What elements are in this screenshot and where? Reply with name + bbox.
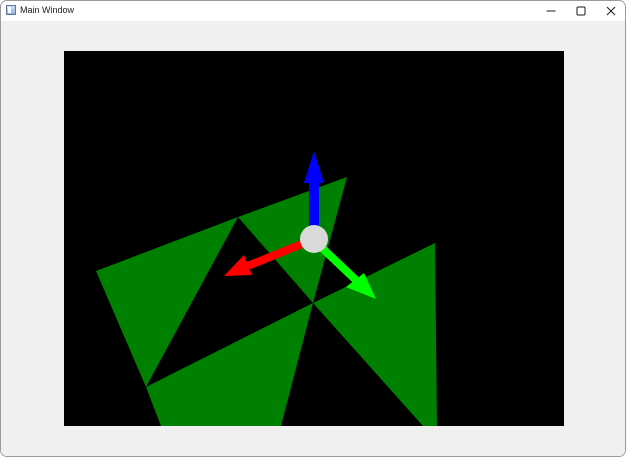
minimize-button[interactable] <box>536 1 566 21</box>
scene-canvas[interactable] <box>64 51 564 426</box>
minimize-icon <box>546 10 556 12</box>
render-viewport[interactable] <box>64 51 564 426</box>
maximize-icon <box>576 6 586 16</box>
main-window: Main Window <box>0 0 626 457</box>
app-window-icon <box>6 5 16 15</box>
gizmo-center-handle[interactable] <box>300 225 328 253</box>
close-icon <box>606 6 616 16</box>
title-bar[interactable]: Main Window <box>1 1 625 21</box>
client-area <box>1 21 625 456</box>
close-button[interactable] <box>596 1 625 21</box>
window-title: Main Window <box>20 5 75 15</box>
maximize-button[interactable] <box>566 1 596 21</box>
